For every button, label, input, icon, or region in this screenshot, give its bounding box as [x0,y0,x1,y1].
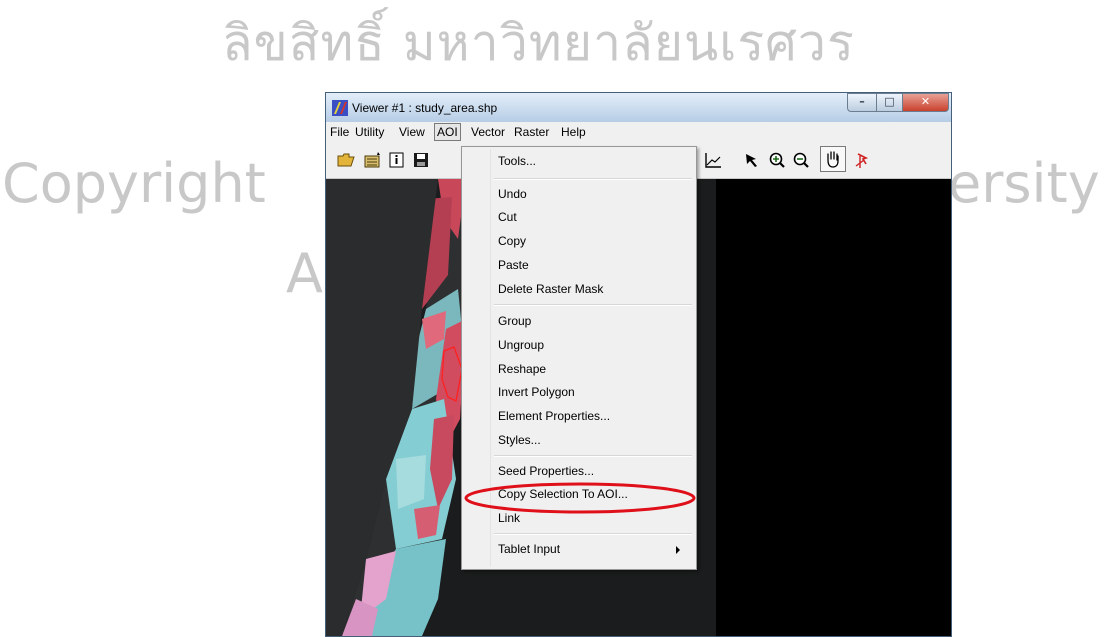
menu-separator [494,304,692,306]
menu-item-element-properties[interactable]: Element Properties... [498,409,610,423]
close-icon: ✕ [920,95,931,108]
menu-bar: File Utility View AOI Vector Raster Help [326,122,951,143]
open-folder-icon[interactable] [337,151,355,169]
pan-hand-icon[interactable] [820,146,846,172]
aoi-dropdown-menu: Tools... Undo Cut Copy Paste Delete Rast… [461,146,697,570]
menu-utility[interactable]: Utility [355,125,384,139]
menu-aoi[interactable]: AOI [434,123,461,141]
profile-chart-icon[interactable] [704,151,722,169]
maximize-icon: □ [884,95,895,108]
menu-item-ungroup[interactable]: Ungroup [498,338,544,352]
menu-item-tablet-input[interactable]: Tablet Input [498,542,560,556]
menu-item-styles[interactable]: Styles... [498,433,541,447]
hand-icon [827,151,839,168]
menu-help[interactable]: Help [561,125,586,139]
menu-item-cut[interactable]: Cut [498,210,517,224]
menu-separator [494,455,692,457]
menu-item-undo[interactable]: Undo [498,187,527,201]
select-arrow-icon[interactable] [743,151,761,169]
menu-file[interactable]: File [330,125,349,139]
menu-view[interactable]: View [399,125,425,139]
minimize-icon: – [859,95,865,108]
menu-vector[interactable]: Vector [471,125,505,139]
watermark-university-fragment: ersity [948,152,1100,215]
window-title: Viewer #1 : study_area.shp [352,101,498,115]
menu-item-link[interactable]: Link [498,511,520,525]
new-layer-icon[interactable] [364,151,382,169]
menu-separator [494,178,692,180]
menu-item-tools[interactable]: Tools... [498,154,536,168]
title-bar[interactable]: Viewer #1 : study_area.shp – □ ✕ [326,93,951,122]
menu-item-paste[interactable]: Paste [498,258,529,272]
submenu-arrow-icon [676,546,680,554]
info-icon[interactable] [388,151,406,169]
maximize-button[interactable]: □ [876,93,903,112]
menu-item-reshape[interactable]: Reshape [498,362,546,376]
close-button[interactable]: ✕ [903,93,949,112]
menu-item-delete-raster-mask[interactable]: Delete Raster Mask [498,282,603,296]
menu-icon-gutter [490,149,491,567]
minimize-button[interactable]: – [847,93,876,112]
menu-separator [494,533,692,535]
inquire-cursor-icon[interactable] [854,151,872,169]
watermark-copyright-text: Copyright [2,152,266,215]
menu-item-copy-selection-to-aoi[interactable]: Copy Selection To AOI... [498,487,628,501]
viewer-app-icon [332,100,348,116]
zoom-in-icon[interactable] [768,151,786,169]
menu-item-group[interactable]: Group [498,314,531,328]
menu-item-seed-properties[interactable]: Seed Properties... [498,464,594,478]
save-icon[interactable] [412,151,430,169]
menu-item-copy[interactable]: Copy [498,234,526,248]
menu-item-invert-polygon[interactable]: Invert Polygon [498,385,575,399]
zoom-out-icon[interactable] [792,151,810,169]
watermark-thai-text: ลิขสิทธิ์ มหาวิทยาลัยนเรศวร [222,14,855,72]
menu-raster[interactable]: Raster [514,125,549,139]
